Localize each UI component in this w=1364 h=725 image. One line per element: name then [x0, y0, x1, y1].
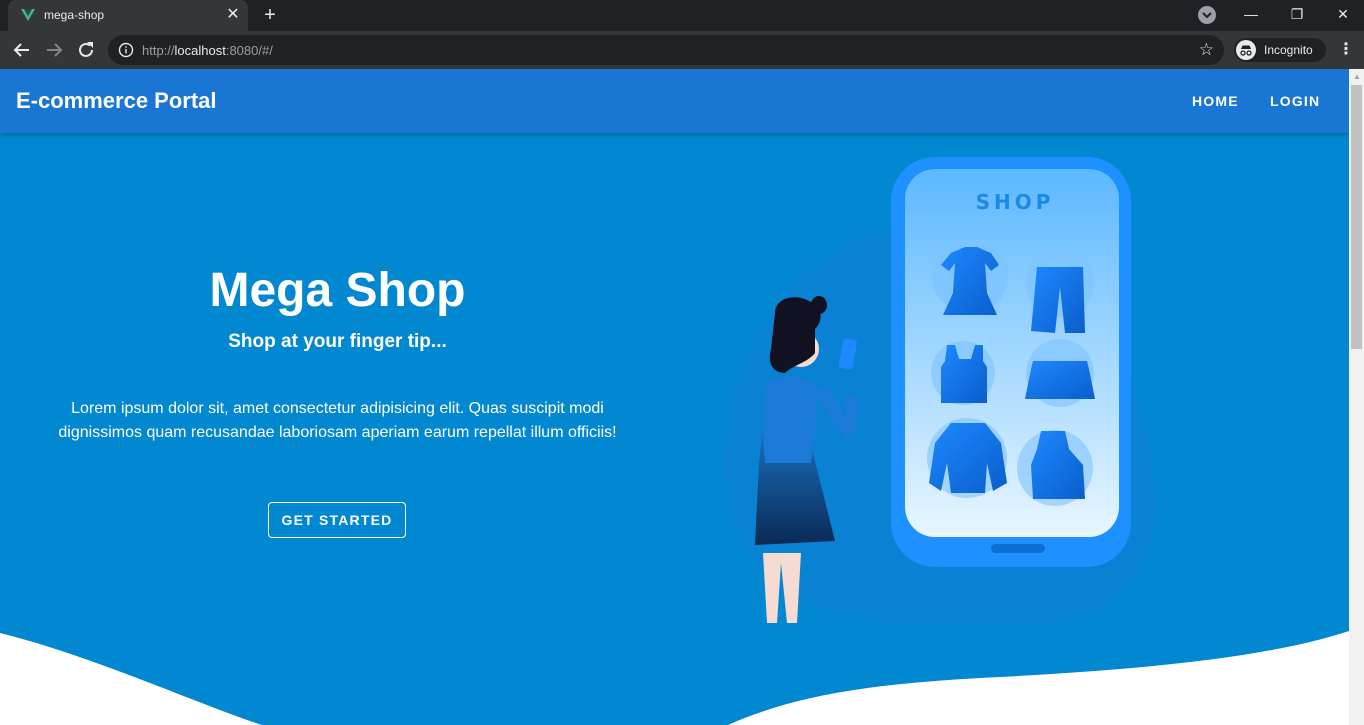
close-window-button[interactable]: ✕ [1320, 0, 1364, 31]
bookmark-star-icon[interactable]: ☆ [1199, 40, 1214, 60]
browser-toolbar: http://localhost:8080/#/ ☆ Incognito ⋮ [0, 31, 1364, 69]
incognito-badge[interactable]: Incognito [1234, 38, 1326, 62]
hero-bottom-wave [0, 631, 1349, 725]
restore-button[interactable]: ❐ [1274, 0, 1320, 31]
browser-menu-icon[interactable]: ⋮ [1338, 40, 1354, 60]
hero-title: Mega Shop [209, 264, 466, 317]
shop-screen-label: SHOP [976, 190, 1055, 214]
tab-close-icon[interactable]: ✕ [224, 6, 242, 24]
get-started-button[interactable]: GET STARTED [268, 502, 406, 538]
hero-description: Lorem ipsum dolor sit, amet consectetur … [58, 400, 617, 441]
back-arrow-icon[interactable] [9, 37, 35, 63]
url-text: http://localhost:8080/#/ [142, 43, 273, 58]
scroll-up-icon[interactable]: ▲ [1353, 72, 1361, 81]
forward-arrow-icon[interactable] [41, 37, 67, 63]
scrollbar-thumb[interactable] [1351, 85, 1362, 349]
url-rest: :8080/#/ [225, 43, 273, 58]
minimize-button[interactable]: — [1228, 0, 1274, 31]
page-viewport: E-commerce Portal HOME LOGIN Mega Shop S… [0, 69, 1349, 725]
app-title[interactable]: E-commerce Portal [16, 88, 217, 114]
page-scrollbar[interactable]: ▲ [1349, 69, 1364, 725]
url-host: localhost [174, 43, 226, 58]
address-bar[interactable]: http://localhost:8080/#/ ☆ [108, 35, 1224, 65]
tab-title: mega-shop [44, 8, 105, 22]
incognito-label: Incognito [1264, 43, 1313, 57]
shopping-illustration: SHOP [723, 157, 1156, 623]
nav-login-link[interactable]: LOGIN [1270, 93, 1320, 109]
app-bar: E-commerce Portal HOME LOGIN [0, 69, 1349, 133]
browser-tab[interactable]: mega-shop ✕ [8, 0, 248, 31]
vue-logo-icon [21, 9, 35, 21]
nav-home-link[interactable]: HOME [1192, 93, 1239, 109]
url-prefix: http:// [142, 43, 175, 58]
info-icon[interactable] [118, 42, 134, 58]
hero-subtitle: Shop at your finger tip... [228, 331, 447, 352]
new-tab-button[interactable]: + [258, 4, 282, 28]
tab-search-icon[interactable] [1198, 6, 1216, 24]
incognito-icon [1236, 40, 1256, 60]
browser-tab-strip: mega-shop ✕ + — ❐ ✕ [0, 0, 1364, 31]
hero-section: Mega Shop Shop at your finger tip... Lor… [0, 133, 1349, 725]
reload-icon[interactable] [73, 37, 99, 63]
